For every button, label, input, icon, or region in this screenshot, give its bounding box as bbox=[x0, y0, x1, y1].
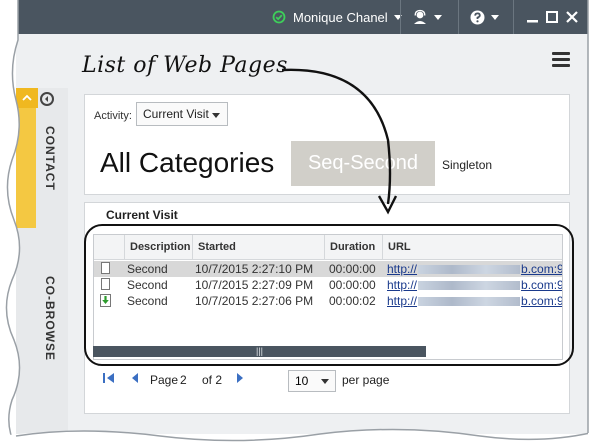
current-page-number[interactable]: 2 bbox=[180, 373, 187, 387]
chevron-left-icon bbox=[45, 96, 48, 102]
help-menu[interactable] bbox=[470, 0, 499, 34]
title-bar: Monique Chanel bbox=[16, 0, 588, 34]
divider bbox=[513, 0, 514, 34]
page-count-label: of 2 bbox=[202, 373, 223, 387]
previous-page-button[interactable] bbox=[130, 372, 139, 387]
support-menu[interactable] bbox=[412, 0, 442, 34]
minimize-icon bbox=[527, 19, 538, 22]
segment-type-label: Singleton bbox=[442, 158, 493, 172]
chevron-down-icon bbox=[212, 113, 220, 118]
minimize-button[interactable] bbox=[527, 0, 538, 34]
hamburger-icon bbox=[552, 58, 570, 61]
divider bbox=[400, 0, 401, 34]
chevron-down-icon bbox=[491, 14, 499, 20]
segment-badge: Seq-Second bbox=[291, 141, 435, 186]
collapse-handle[interactable] bbox=[16, 88, 38, 108]
divider bbox=[458, 0, 459, 34]
screenshot-frame: Monique Chanel List of Web Pages CONTACT… bbox=[0, 0, 604, 447]
first-page-button[interactable] bbox=[102, 372, 116, 387]
page-label: Page bbox=[150, 373, 179, 387]
side-tab-accent bbox=[16, 88, 36, 228]
chevron-left-icon bbox=[132, 373, 138, 383]
per-page-value: 10 bbox=[295, 374, 309, 388]
activity-select[interactable]: Current Visit bbox=[136, 102, 228, 126]
tab-contact[interactable]: CONTACT bbox=[43, 126, 57, 191]
per-page-select[interactable]: 10 bbox=[288, 370, 336, 392]
help-icon bbox=[470, 10, 485, 24]
agent-status-menu[interactable]: Monique Chanel bbox=[272, 0, 402, 34]
next-page-button[interactable] bbox=[236, 372, 245, 387]
tab-co-browse[interactable]: CO-BROWSE bbox=[43, 276, 57, 361]
collapse-side-panel-button[interactable] bbox=[40, 92, 54, 106]
main-menu-button[interactable] bbox=[552, 52, 570, 68]
maximize-button[interactable] bbox=[546, 0, 558, 34]
current-visit-title: Current Visit bbox=[106, 208, 178, 222]
category-title: All Categories bbox=[100, 147, 275, 178]
chevron-down-icon bbox=[321, 379, 329, 384]
user-name: Monique Chanel bbox=[293, 9, 388, 25]
callout-label: List of Web Pages bbox=[82, 53, 288, 78]
close-button[interactable] bbox=[566, 0, 578, 34]
maximize-icon bbox=[546, 11, 558, 23]
chevron-right-icon bbox=[237, 373, 243, 383]
chevron-down-icon bbox=[434, 14, 442, 20]
callout-outline bbox=[84, 224, 574, 366]
hamburger-icon bbox=[552, 64, 570, 67]
status-ready-icon bbox=[272, 10, 286, 24]
activity-label: Activity: bbox=[94, 110, 132, 122]
close-icon bbox=[566, 11, 578, 23]
agent-headset-icon bbox=[414, 9, 426, 24]
hamburger-icon bbox=[552, 52, 570, 55]
per-page-label: per page bbox=[342, 373, 390, 387]
chevron-up-icon bbox=[22, 94, 32, 101]
first-page-icon bbox=[103, 373, 114, 383]
activity-select-value: Current Visit bbox=[143, 107, 209, 121]
